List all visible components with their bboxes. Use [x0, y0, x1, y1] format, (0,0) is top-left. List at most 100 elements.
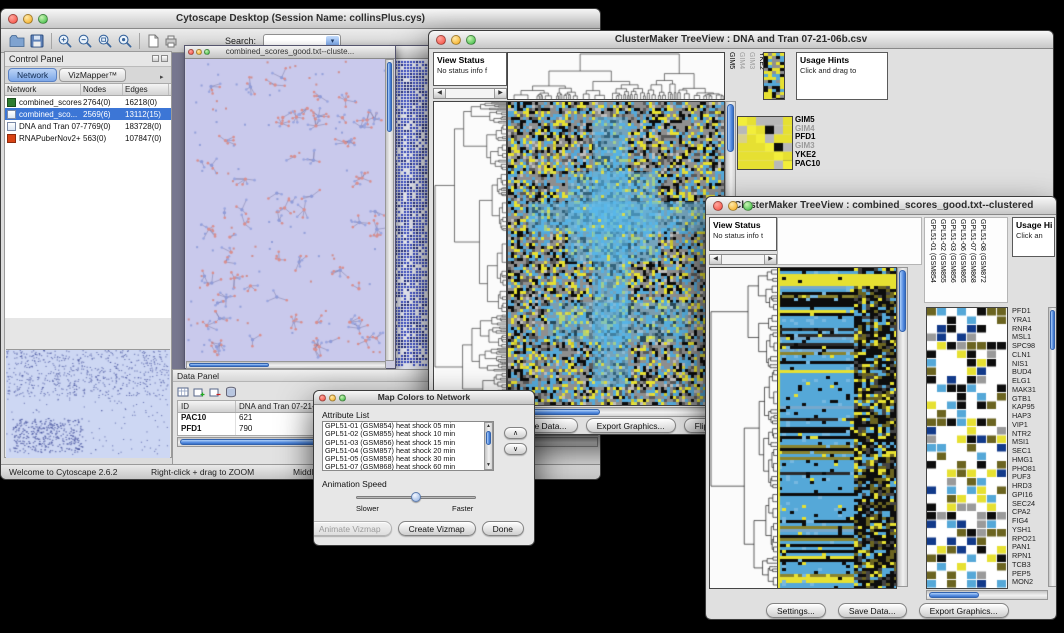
gene-label[interactable]: MON2 [1012, 578, 1048, 587]
heatmap[interactable] [507, 101, 725, 406]
scroll-left-icon[interactable]: ◀ [710, 255, 722, 264]
open-folder-icon[interactable] [9, 33, 25, 49]
column-dendrogram[interactable] [507, 52, 725, 100]
column-label[interactable]: GPL51-07 (GSM868 [968, 219, 976, 301]
horizontal-scrollbar[interactable] [186, 361, 386, 369]
zoom-selected-icon[interactable] [117, 33, 133, 49]
treeview-button[interactable]: Settings... [766, 603, 826, 618]
column-label[interactable]: GIM3 [747, 52, 755, 98]
network-row[interactable]: combined_sco... 2569(6) 13112(15) [5, 108, 171, 120]
network-row[interactable]: RNAPuberNov2+ 563(0) 107847(0) [5, 132, 171, 144]
network-view-window[interactable]: combined_scores_good.txt--cluste... [184, 45, 396, 369]
printer-icon[interactable] [163, 33, 179, 49]
scrollbar-thumb[interactable] [189, 363, 269, 367]
mini-navigator[interactable]: ◀▶ [709, 254, 777, 265]
vertical-scrollbar[interactable] [385, 59, 394, 361]
attribute-remove-icon[interactable] [209, 385, 221, 397]
document-icon[interactable] [145, 33, 161, 49]
zoom-icon[interactable] [466, 35, 476, 45]
scrollbar-thumb[interactable] [727, 104, 734, 152]
zoom-icon[interactable] [38, 14, 48, 24]
zoom-icon[interactable] [339, 394, 346, 401]
col-nodes[interactable]: Nodes [81, 84, 123, 95]
vertical-scrollbar[interactable] [1048, 307, 1057, 587]
correlation-matrix[interactable] [737, 116, 793, 170]
treeview-button[interactable]: Save Data... [838, 603, 907, 618]
treeview-button[interactable]: Export Graphics... [586, 418, 676, 433]
animation-speed-slider[interactable] [356, 491, 476, 503]
column-label[interactable]: GPL51-02 (GSM855 [938, 219, 946, 301]
column-label[interactable]: GIM5 [727, 52, 735, 98]
titlebar[interactable]: ClusterMaker TreeView : DNA and Tran 07-… [429, 31, 1053, 49]
titlebar[interactable]: Map Colors to Network [314, 391, 534, 405]
move-down-button[interactable]: ∨ [504, 443, 527, 455]
minimize-icon[interactable] [196, 49, 202, 55]
horizontal-scrollbar[interactable] [926, 590, 1048, 600]
attribute-add-icon[interactable] [193, 385, 205, 397]
attribute-select-icon[interactable] [177, 385, 189, 397]
network-canvas[interactable] [186, 59, 386, 361]
close-icon[interactable] [319, 394, 326, 401]
attribute-list[interactable]: GPL51-01 (GSM854) heat shock 05 minGPL51… [322, 421, 494, 471]
close-icon[interactable] [161, 55, 168, 62]
database-icon[interactable] [225, 385, 237, 397]
column-label[interactable]: GIM4 [737, 52, 745, 98]
tab-overflow-icon[interactable]: ▸ [160, 73, 164, 81]
tab[interactable]: Network [8, 68, 57, 82]
minimize-icon[interactable] [451, 35, 461, 45]
row-dendrogram[interactable] [433, 101, 507, 406]
scrollbar-thumb[interactable] [899, 270, 906, 332]
scrollbar-thumb[interactable] [1050, 310, 1055, 350]
gene-label[interactable]: PAC10 [795, 160, 820, 169]
scroll-left-icon[interactable]: ◀ [434, 89, 446, 98]
dialog-button[interactable]: Done [482, 521, 524, 536]
dialog-button[interactable]: Create Vizmap [398, 521, 476, 536]
inner-titlebar[interactable]: combined_scores_good.txt--cluste... [185, 46, 395, 59]
close-icon[interactable] [713, 201, 723, 211]
minimize-icon[interactable] [728, 201, 738, 211]
close-icon[interactable] [8, 14, 18, 24]
row-dendrogram[interactable] [709, 267, 778, 589]
col-edges[interactable]: Edges [123, 84, 169, 95]
network-view-window-2[interactable] [393, 45, 433, 369]
zoom-icon[interactable] [204, 49, 210, 55]
close-icon[interactable] [436, 35, 446, 45]
col-id[interactable]: ID [178, 401, 236, 412]
column-label[interactable]: GPL51-01 (GSM854 [928, 219, 936, 301]
vertical-scrollbar[interactable] [897, 267, 908, 587]
zoom-in-icon[interactable] [57, 33, 73, 49]
column-label[interactable]: GPL51-06 (GSM865 [958, 219, 966, 301]
tab[interactable]: VizMapper™ [59, 68, 126, 82]
col-network[interactable]: Network [5, 84, 81, 95]
close-icon[interactable] [188, 49, 194, 55]
zoom-icon[interactable] [743, 201, 753, 211]
titlebar[interactable]: ClusterMaker TreeView : combined_scores_… [706, 197, 1056, 215]
zoom-heatmap[interactable] [926, 307, 1008, 589]
slider-knob[interactable] [411, 492, 421, 502]
scroll-right-icon[interactable]: ▶ [764, 255, 776, 264]
attribute-item[interactable]: GPL51-07 (GSM868) heat shock 60 min [323, 463, 493, 471]
scrollbar-thumb[interactable] [387, 62, 392, 132]
network-row[interactable]: combined_scores 2764(0) 16218(0) [5, 96, 171, 108]
horizontal-scrollbar[interactable] [507, 407, 723, 417]
column-label[interactable]: GPL51-03 (GSM856 [948, 219, 956, 301]
scroll-right-icon[interactable]: ▶ [494, 89, 506, 98]
scroll-down-icon[interactable]: ▼ [485, 462, 492, 469]
list-scrollbar[interactable]: ▲ ▼ [484, 422, 493, 470]
scrollbar-thumb[interactable] [486, 431, 491, 445]
save-icon[interactable] [29, 33, 45, 49]
float-icon[interactable] [152, 55, 159, 62]
treeview-button[interactable]: Export Graphics... [919, 603, 1009, 618]
network-row[interactable]: DNA and Tran 07- 7769(0) 183728(0) [5, 120, 171, 132]
birdseye-view[interactable] [6, 349, 170, 458]
mini-navigator[interactable]: ◀▶ [433, 88, 507, 99]
minimize-icon[interactable] [329, 394, 336, 401]
scroll-track[interactable] [722, 255, 764, 264]
minimize-icon[interactable] [23, 14, 33, 24]
column-label[interactable]: GPL51-08 (GSM872 [978, 219, 986, 301]
move-up-button[interactable]: ∧ [504, 427, 527, 439]
scroll-track[interactable] [446, 89, 494, 98]
zoom-fit-icon[interactable] [97, 33, 113, 49]
scrollbar-thumb[interactable] [929, 592, 979, 598]
titlebar[interactable]: Cytoscape Desktop (Session Name: collins… [1, 9, 600, 29]
